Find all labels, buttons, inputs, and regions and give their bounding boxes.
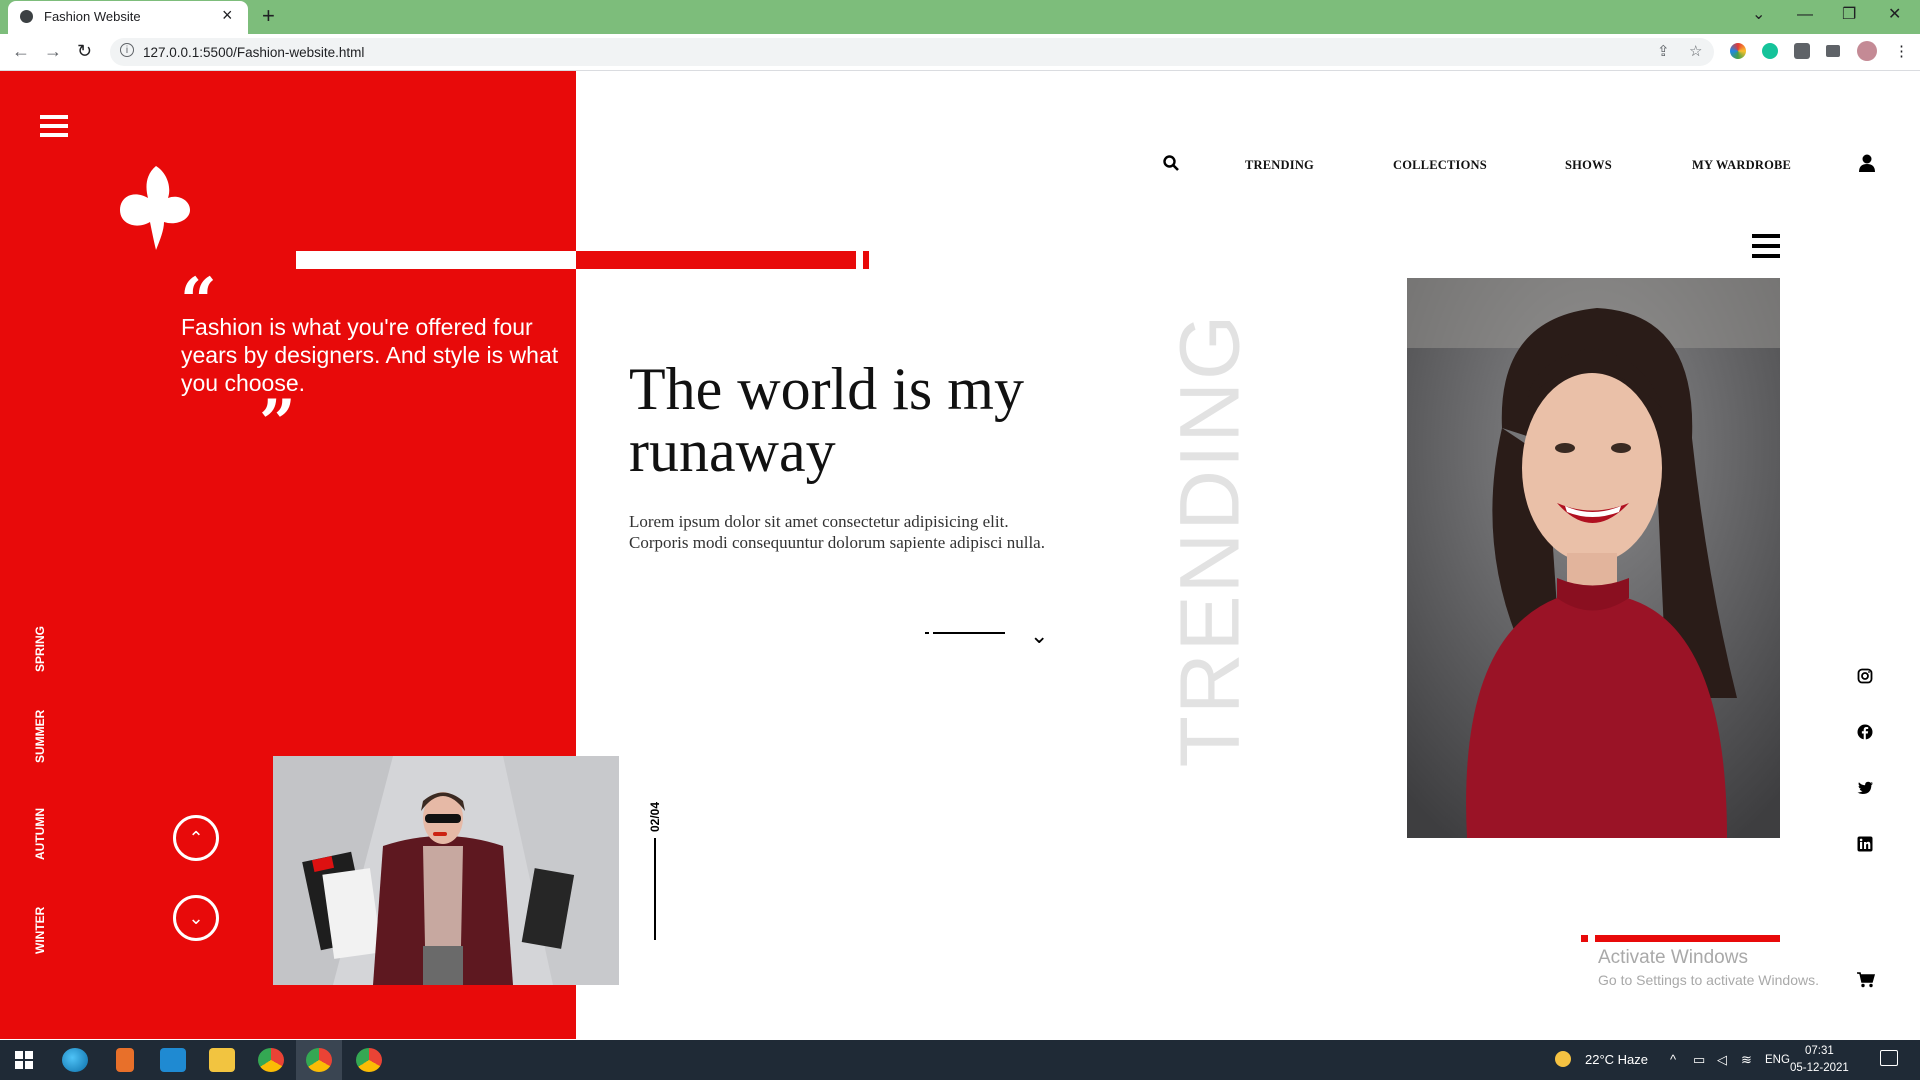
decor-bottom-bar [1595, 935, 1780, 942]
nav-my-wardrobe[interactable]: MY WARDROBE [1692, 158, 1791, 173]
weather-text[interactable]: 22°C Haze [1585, 1052, 1648, 1067]
season-autumn[interactable]: AUTUMN [33, 808, 47, 860]
tab-close-icon[interactable]: × [222, 5, 233, 25]
decor-bar-white [296, 251, 576, 269]
decor-bar-red [576, 251, 856, 269]
url-text[interactable]: 127.0.0.1:5500/Fashion-website.html [143, 45, 364, 60]
extensions-puzzle-icon[interactable] [1794, 43, 1810, 59]
windows-start-icon[interactable] [15, 1051, 33, 1069]
menu-hamburger-icon[interactable] [40, 115, 68, 142]
page-counter: 02/04 [648, 801, 663, 833]
quote-close-icon: ” [259, 386, 296, 461]
chrome-icon[interactable] [356, 1048, 382, 1072]
user-icon[interactable] [1859, 154, 1875, 172]
restore-button[interactable]: ❐ [1842, 4, 1856, 26]
shopping-woman-photo [273, 756, 619, 985]
search-icon[interactable] [1163, 155, 1179, 171]
scroll-line [933, 632, 1005, 634]
scroll-up-button[interactable]: ⌃ [173, 815, 219, 861]
season-summer[interactable]: SUMMER [33, 710, 47, 763]
secondary-menu-icon[interactable] [1752, 234, 1780, 264]
fashion-quote: Fashion is what you're offered four year… [181, 314, 559, 396]
wifi-icon[interactable]: ≋ [1741, 1052, 1752, 1068]
season-winter[interactable]: WINTER [33, 907, 47, 954]
hero-title: The world is my runaway [629, 356, 1024, 484]
profile-avatar[interactable] [1857, 41, 1877, 61]
browser-menu-icon[interactable]: ⋮ [1894, 42, 1909, 62]
browser-tab-bar [0, 0, 1920, 34]
clock-date: 05-12-2021 [1790, 1062, 1849, 1074]
chevron-down-icon[interactable]: ⌄ [1030, 624, 1048, 648]
tab-title[interactable]: Fashion Website [44, 9, 141, 24]
edge-icon[interactable] [62, 1048, 88, 1072]
facebook-icon[interactable] [1857, 724, 1873, 740]
instagram-icon[interactable] [1857, 668, 1873, 684]
nav-collections[interactable]: COLLECTIONS [1393, 158, 1487, 173]
nav-trending[interactable]: TRENDING [1245, 158, 1314, 173]
nav-shows[interactable]: SHOWS [1565, 158, 1612, 173]
twitter-icon[interactable] [1857, 780, 1873, 796]
clock-time: 07:31 [1805, 1045, 1834, 1057]
linkedin-icon[interactable] [1857, 836, 1873, 852]
scroll-down-button[interactable]: ⌄ [173, 895, 219, 941]
color-extension-icon[interactable] [1730, 43, 1746, 59]
share-icon[interactable]: ⇪ [1657, 42, 1670, 62]
back-button[interactable]: ← [12, 40, 30, 62]
globe-icon [20, 10, 33, 23]
reading-list-icon[interactable] [1826, 45, 1840, 57]
new-tab-button[interactable]: + [262, 3, 275, 29]
scroll-line-dot [925, 632, 929, 634]
decor-bottom-dot [1581, 935, 1588, 942]
minimize-button[interactable]: — [1797, 4, 1813, 26]
taskbar-clock[interactable]: 07:31 05-12-2021 [1790, 1043, 1849, 1077]
vscode-icon[interactable] [160, 1048, 186, 1072]
activate-windows-title: Activate Windows [1598, 947, 1748, 968]
page-counter-line [654, 838, 656, 940]
bookmark-star-icon[interactable]: ☆ [1689, 42, 1702, 62]
smiling-woman-photo [1407, 278, 1780, 838]
hero-description: Lorem ipsum dolor sit amet consectetur a… [629, 512, 1045, 552]
volume-icon[interactable]: ◁ [1717, 1052, 1727, 1068]
language-indicator[interactable]: ENG [1765, 1054, 1790, 1066]
tab-search-icon[interactable]: ⌄ [1752, 4, 1765, 26]
chrome-active-icon[interactable] [306, 1048, 332, 1072]
grammarly-icon[interactable] [1762, 43, 1778, 59]
file-explorer-icon[interactable] [209, 1048, 235, 1072]
forward-button[interactable]: → [44, 40, 62, 62]
tray-expand-icon[interactable]: ^ [1670, 1052, 1676, 1067]
weather-moon-icon[interactable] [1555, 1051, 1571, 1067]
close-window-button[interactable]: ✕ [1888, 4, 1901, 26]
chrome-icon[interactable] [258, 1048, 284, 1072]
decor-bar-red-dot [863, 251, 869, 269]
info-icon[interactable]: i [120, 43, 134, 57]
network-icon[interactable]: ▭ [1693, 1052, 1705, 1068]
brand-logo [120, 166, 190, 250]
trending-vertical-label: TRENDING [1162, 312, 1257, 768]
season-spring[interactable]: SPRING [33, 626, 47, 672]
cart-icon[interactable] [1857, 972, 1875, 988]
activate-windows-subtitle: Go to Settings to activate Windows. [1598, 972, 1819, 988]
app-icon[interactable] [116, 1048, 134, 1072]
notifications-icon[interactable] [1880, 1050, 1898, 1066]
reload-button[interactable]: ↻ [77, 40, 92, 62]
